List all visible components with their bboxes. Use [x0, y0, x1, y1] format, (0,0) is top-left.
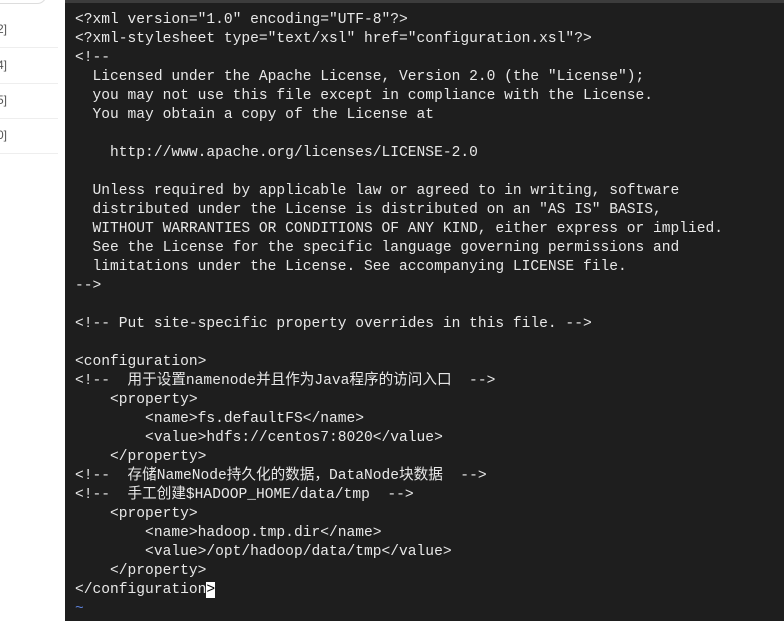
sidebar: 2] 4] 5] 0] [0, 0, 65, 621]
code-line: <property> [75, 506, 198, 522]
code-line: <configuration> [75, 354, 207, 370]
code-line: <?xml-stylesheet type="text/xsl" href="c… [75, 31, 592, 47]
code-line: </property> [75, 563, 207, 579]
code-line: http://www.apache.org/licenses/LICENSE-2… [75, 145, 478, 161]
code-lines: <?xml version="1.0" encoding="UTF-8"?> <… [75, 12, 723, 579]
list-item[interactable]: 4] [0, 48, 58, 84]
code-line: <name>fs.defaultFS</name> [75, 411, 365, 427]
code-line: </property> [75, 449, 207, 465]
code-line: --> [75, 278, 102, 294]
code-line: limitations under the License. See accom… [75, 259, 627, 275]
code-line: <property> [75, 392, 198, 408]
search-box[interactable] [0, 0, 47, 4]
empty-line-tilde: ~ [75, 601, 84, 617]
code-line: Unless required by applicable law or agr… [75, 183, 680, 199]
terminal-editor[interactable]: <?xml version="1.0" encoding="UTF-8"?> <… [65, 0, 784, 621]
code-line: distributed under the License is distrib… [75, 202, 662, 218]
code-line: <!-- Put site-specific property override… [75, 316, 592, 332]
list-item[interactable]: 0] [0, 118, 58, 154]
last-line: </configuration [75, 582, 207, 598]
code-line: <!-- 用于设置namenode并且作为Java程序的访问入口 --> [75, 373, 496, 389]
code-line: You may obtain a copy of the License at [75, 107, 435, 123]
code-content[interactable]: <?xml version="1.0" encoding="UTF-8"?> <… [75, 11, 723, 619]
code-line: <name>hadoop.tmp.dir</name> [75, 525, 382, 541]
list-item[interactable]: 5] [0, 83, 58, 119]
cursor: > [206, 582, 216, 598]
code-line: <!-- [75, 50, 111, 66]
code-line: See the License for the specific languag… [75, 240, 680, 256]
code-line: WITHOUT WARRANTIES OR CONDITIONS OF ANY … [75, 221, 724, 237]
code-line: <?xml version="1.0" encoding="UTF-8"?> [75, 12, 408, 28]
code-line: <!-- 手工创建$HADOOP_HOME/data/tmp --> [75, 487, 414, 503]
list-item[interactable]: 2] [0, 12, 58, 48]
code-line: you may not use this file except in comp… [75, 88, 654, 104]
code-line: <!-- 存储NameNode持久化的数据，DataNode块数据 --> [75, 468, 487, 484]
code-line: Licensed under the Apache License, Versi… [75, 69, 645, 85]
code-line: <value>hdfs://centos7:8020</value> [75, 430, 443, 446]
code-line: <value>/opt/hadoop/data/tmp</value> [75, 544, 452, 560]
